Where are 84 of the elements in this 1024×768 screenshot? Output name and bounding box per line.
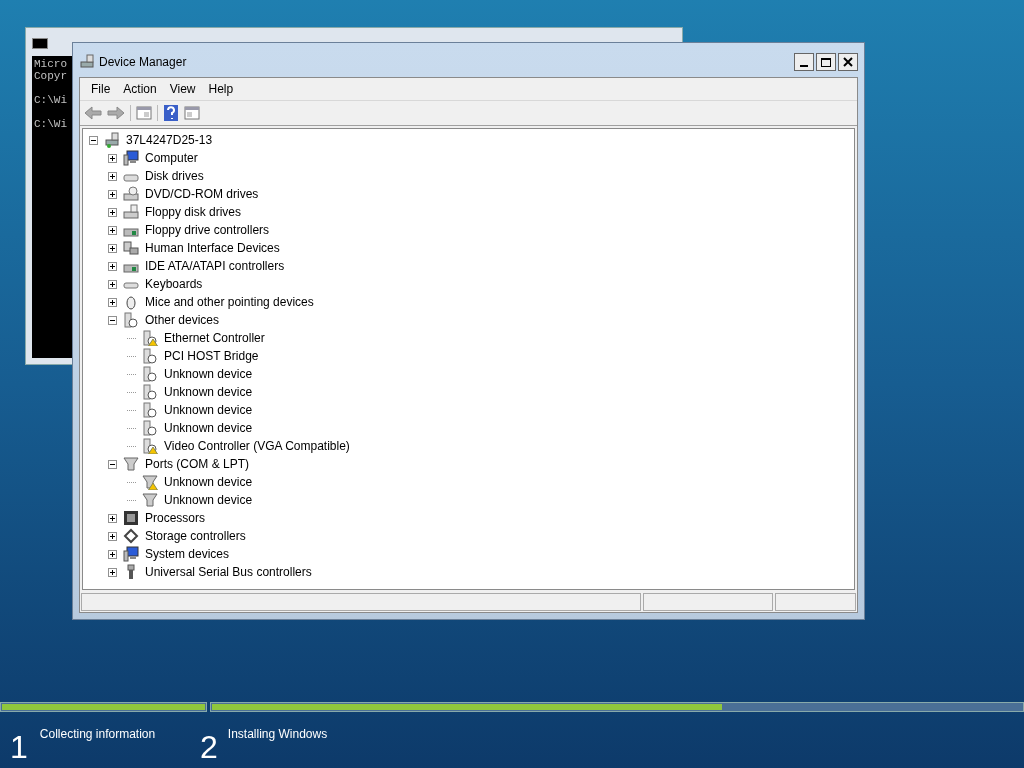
expand-toggle[interactable]	[108, 261, 117, 271]
console-icon	[32, 37, 48, 49]
expand-toggle[interactable]	[108, 567, 117, 577]
menu-item[interactable]: Action	[118, 80, 162, 98]
menu-item[interactable]: File	[86, 80, 116, 98]
collapse-toggle[interactable]	[108, 459, 117, 469]
device-icon	[123, 204, 139, 220]
device-icon	[123, 510, 139, 526]
tree-item[interactable]: Ethernet Controller	[164, 332, 265, 344]
tree-item[interactable]: PCI HOST Bridge	[164, 350, 259, 362]
menu-item[interactable]: View	[164, 80, 201, 98]
device-icon	[123, 546, 139, 562]
device-icon	[123, 150, 139, 166]
tree-item[interactable]: Unknown device	[164, 404, 253, 416]
tree-item[interactable]: Unknown device	[164, 476, 253, 488]
window-title: Device Manager	[99, 54, 187, 71]
device-icon	[123, 456, 139, 472]
step-label: Installing Windows	[227, 726, 328, 743]
tree-item[interactable]: IDE ATA/ATAPI controllers	[145, 260, 285, 272]
forward-arrow-icon[interactable]	[107, 105, 125, 121]
console-line: C:\Wi	[34, 94, 67, 106]
device-warning-icon	[142, 474, 158, 490]
expand-toggle[interactable]	[108, 243, 117, 253]
console-line: Copyr	[34, 70, 67, 82]
tree-item[interactable]: Unknown device	[164, 422, 253, 434]
console-tree-icon[interactable]	[136, 105, 152, 121]
tree-item[interactable]: Ports (COM & LPT)	[145, 458, 249, 470]
tree-item[interactable]: Disk drives	[145, 170, 204, 182]
device-icon	[142, 384, 158, 400]
help-icon[interactable]	[163, 104, 179, 122]
step-label: Collecting information	[39, 726, 156, 743]
menu-item[interactable]: Help	[203, 80, 239, 98]
expand-toggle[interactable]	[108, 153, 117, 163]
tree-item[interactable]: Human Interface Devices	[145, 242, 280, 254]
device-icon	[142, 402, 158, 418]
device-icon	[104, 132, 120, 148]
device-warning-icon	[142, 330, 158, 346]
tree-item[interactable]: Video Controller (VGA Compatible)	[164, 440, 350, 452]
tree-item[interactable]: Processors	[145, 512, 206, 524]
device-icon	[123, 528, 139, 544]
tree-item[interactable]: Mice and other pointing devices	[145, 296, 314, 308]
tree-item[interactable]: System devices	[145, 548, 230, 560]
step-number: 1	[10, 731, 28, 763]
device-icon	[123, 240, 139, 256]
expand-toggle[interactable]	[108, 225, 117, 235]
tree-item[interactable]: Keyboards	[145, 278, 203, 290]
console-line: Micro	[34, 58, 67, 70]
tree-item[interactable]: Other devices	[145, 314, 220, 326]
tree-item[interactable]: DVD/CD-ROM drives	[145, 188, 259, 200]
step-number: 2	[200, 731, 218, 763]
minimize-button[interactable]	[794, 53, 814, 71]
expand-toggle[interactable]	[108, 189, 117, 199]
expand-toggle[interactable]	[108, 279, 117, 289]
expand-toggle[interactable]	[108, 549, 117, 559]
maximize-button[interactable]	[816, 53, 836, 71]
expand-toggle[interactable]	[108, 171, 117, 181]
tree-item[interactable]: Unknown device	[164, 368, 253, 380]
device-icon	[142, 492, 158, 508]
device-icon	[142, 420, 158, 436]
expand-toggle[interactable]	[108, 207, 117, 217]
console-line: C:\Wi	[34, 118, 67, 130]
tree-item[interactable]: Floppy drive controllers	[145, 224, 270, 236]
device-icon	[123, 312, 139, 328]
expand-toggle[interactable]	[108, 297, 117, 307]
device-icon	[142, 348, 158, 364]
close-button[interactable]	[838, 53, 858, 71]
tree-item[interactable]: Unknown device	[164, 494, 253, 506]
device-icon	[123, 186, 139, 202]
close-icon	[843, 57, 853, 67]
tree-item[interactable]: Universal Serial Bus controllers	[145, 566, 312, 578]
back-arrow-icon[interactable]	[84, 105, 102, 121]
expand-toggle[interactable]	[108, 513, 117, 523]
action-pane-icon[interactable]	[184, 105, 200, 121]
tree-item[interactable]: Unknown device	[164, 386, 253, 398]
tree-item[interactable]: 37L4247D25-13	[126, 134, 213, 146]
expand-toggle[interactable]	[108, 531, 117, 541]
collapse-toggle[interactable]	[108, 315, 117, 325]
tree-item[interactable]: Storage controllers	[145, 530, 246, 542]
device-icon	[142, 366, 158, 382]
collapse-toggle[interactable]	[89, 135, 98, 145]
tree-item[interactable]: Computer	[145, 152, 198, 164]
tree-item[interactable]: Floppy disk drives	[145, 206, 242, 218]
device-icon	[123, 294, 139, 310]
device-warning-icon	[142, 438, 158, 454]
